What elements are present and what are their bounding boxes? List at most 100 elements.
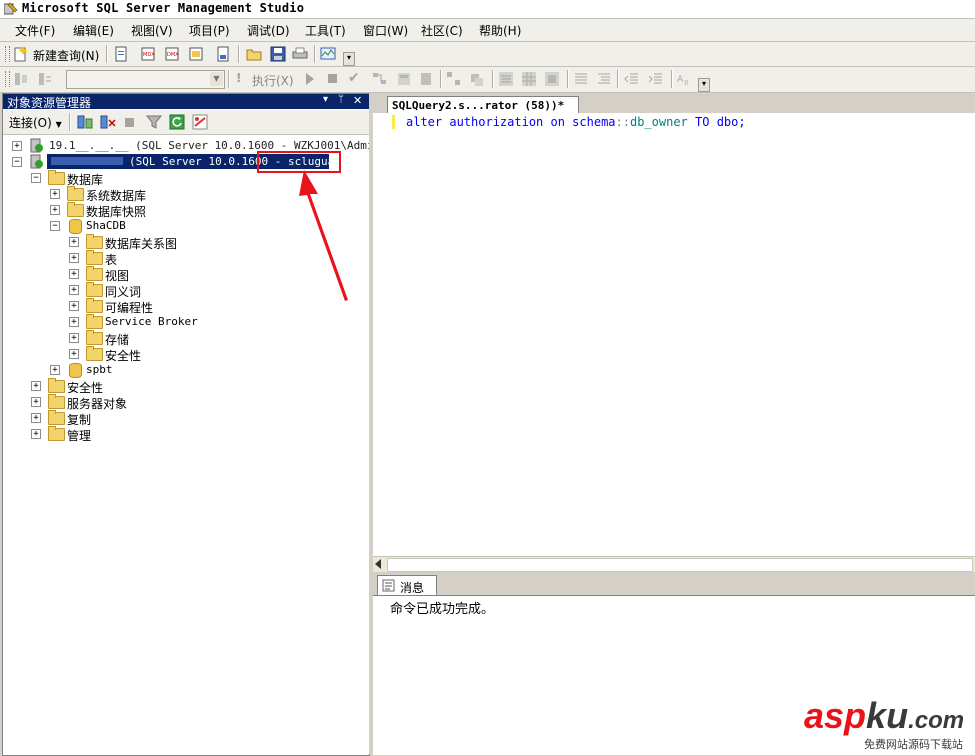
tree-node-management[interactable]: + 管理 bbox=[3, 426, 369, 443]
tree-node-replication[interactable]: + 复制 bbox=[3, 410, 369, 427]
toolbar-grip[interactable] bbox=[5, 46, 10, 62]
menu-debug[interactable]: 调试(D) bbox=[247, 22, 290, 39]
expand-plus-icon[interactable]: + bbox=[69, 301, 79, 311]
estimated-plan-icon[interactable] bbox=[372, 71, 388, 87]
svg-text:MDX: MDX bbox=[143, 52, 155, 58]
print-icon[interactable] bbox=[292, 46, 308, 62]
refresh-icon[interactable] bbox=[169, 114, 185, 130]
tab-label: SQLQuery2.s...rator (58))* bbox=[392, 99, 565, 112]
available-databases-dropdown[interactable]: ▼ bbox=[66, 70, 225, 89]
specify-values-icon[interactable] bbox=[418, 71, 434, 87]
pin-icon[interactable]: ᛘ bbox=[338, 94, 344, 105]
tree-node-security[interactable]: + 安全性 bbox=[3, 378, 369, 395]
menu-edit[interactable]: 编辑(E) bbox=[73, 22, 114, 39]
expand-plus-icon[interactable]: + bbox=[31, 413, 41, 423]
watermark-com: .com bbox=[908, 707, 965, 734]
new-file-icon[interactable] bbox=[113, 46, 129, 62]
scroll-left-arrow-icon[interactable] bbox=[375, 559, 381, 569]
parse-check-icon[interactable]: ✔ bbox=[348, 70, 360, 86]
folder-icon bbox=[86, 346, 103, 361]
scroll-track[interactable] bbox=[387, 558, 973, 572]
tree-label: 19.1__.__.__ (SQL Server 10.0.1600 - WZK… bbox=[49, 139, 400, 152]
xmla-query-icon[interactable] bbox=[188, 46, 204, 62]
stop-icon[interactable] bbox=[125, 118, 134, 127]
code-operator: :: bbox=[615, 115, 630, 129]
tab-sqlquery2[interactable]: SQLQuery2.s...rator (58))* bbox=[387, 96, 579, 113]
folder-icon bbox=[48, 394, 65, 409]
svg-text:A: A bbox=[677, 75, 684, 85]
expand-plus-icon[interactable]: + bbox=[69, 317, 79, 327]
collapse-minus-icon[interactable]: − bbox=[50, 221, 60, 231]
expand-plus-icon[interactable]: + bbox=[69, 349, 79, 359]
object-explorer-details-icon[interactable] bbox=[192, 114, 208, 130]
collapse-minus-icon[interactable]: − bbox=[12, 157, 22, 167]
expand-plus-icon[interactable]: + bbox=[69, 253, 79, 263]
window-position-dropdown-icon[interactable]: ▾ bbox=[323, 94, 328, 105]
tree-node-spbt[interactable]: + spbt bbox=[3, 362, 369, 378]
comment-out-icon[interactable] bbox=[573, 71, 589, 87]
include-plan-icon[interactable] bbox=[446, 71, 462, 87]
expand-plus-icon[interactable]: + bbox=[12, 141, 22, 151]
query-editor[interactable]: alter authorization on schema::db_owner … bbox=[373, 113, 975, 556]
toolbar-grip[interactable] bbox=[5, 71, 10, 87]
expand-plus-icon[interactable]: + bbox=[31, 429, 41, 439]
collapse-minus-icon[interactable]: − bbox=[31, 173, 41, 183]
tree-node-service-broker[interactable]: + Service Broker bbox=[3, 314, 369, 330]
chevron-down-icon: ▼ bbox=[55, 120, 62, 129]
menu-tools[interactable]: 工具(T) bbox=[305, 22, 346, 39]
toolbar-overflow-chevron-icon[interactable]: ▾ bbox=[698, 78, 710, 92]
close-icon[interactable]: ✕ bbox=[353, 94, 362, 107]
menu-project[interactable]: 项目(P) bbox=[189, 22, 230, 39]
expand-plus-icon[interactable]: + bbox=[69, 269, 79, 279]
specify-template-values-icon[interactable]: AB bbox=[677, 71, 693, 87]
connect-object-explorer-icon[interactable] bbox=[77, 114, 93, 130]
tree-node-server-objects[interactable]: + 服务器对象 bbox=[3, 394, 369, 411]
results-to-grid-icon[interactable] bbox=[521, 71, 537, 87]
connect-dropdown-button[interactable]: 连接(O) ▼ bbox=[9, 114, 62, 131]
expand-plus-icon[interactable]: + bbox=[31, 397, 41, 407]
expand-plus-icon[interactable]: + bbox=[69, 237, 79, 247]
results-to-text-icon[interactable] bbox=[498, 71, 514, 87]
save-icon[interactable] bbox=[270, 46, 286, 62]
menu-window[interactable]: 窗口(W) bbox=[363, 22, 408, 39]
expand-plus-icon[interactable]: + bbox=[69, 285, 79, 295]
open-file-icon[interactable] bbox=[246, 46, 262, 62]
menu-help[interactable]: 帮助(H) bbox=[479, 22, 521, 39]
decrease-indent-icon[interactable] bbox=[624, 71, 640, 87]
database-icon bbox=[69, 363, 82, 378]
tab-messages[interactable]: 消息 bbox=[377, 575, 437, 596]
activity-monitor-icon[interactable] bbox=[320, 46, 336, 62]
menu-community[interactable]: 社区(C) bbox=[421, 22, 463, 39]
connect-query-icon[interactable] bbox=[13, 71, 29, 87]
query-designer-icon[interactable] bbox=[396, 71, 412, 87]
client-statistics-icon[interactable] bbox=[469, 71, 485, 87]
code-line-1[interactable]: alter authorization on schema::db_owner … bbox=[406, 115, 746, 129]
dmx-query-icon[interactable]: DMX bbox=[164, 46, 180, 62]
toolbar-separator bbox=[106, 45, 108, 63]
filter-icon[interactable] bbox=[146, 114, 162, 130]
menu-view[interactable]: 视图(V) bbox=[131, 22, 173, 39]
editor-horizontal-scrollbar[interactable] bbox=[373, 556, 975, 572]
mdx-query-icon[interactable]: MDX bbox=[140, 46, 156, 62]
toolbar-overflow-chevron-icon[interactable]: ▾ bbox=[343, 52, 355, 66]
tree-node-storage[interactable]: + 存储 bbox=[3, 330, 369, 347]
cancel-stop-icon[interactable] bbox=[328, 74, 337, 83]
watermark-ku: ku bbox=[866, 695, 909, 736]
folder-icon bbox=[86, 234, 103, 249]
uncomment-icon[interactable] bbox=[596, 71, 612, 87]
toolbar-separator bbox=[314, 45, 316, 63]
tree-node-database-security[interactable]: + 安全性 bbox=[3, 346, 369, 363]
expand-plus-icon[interactable]: + bbox=[31, 381, 41, 391]
disconnect-icon[interactable] bbox=[100, 114, 116, 130]
expand-plus-icon[interactable]: + bbox=[50, 365, 60, 375]
expand-plus-icon[interactable]: + bbox=[50, 205, 60, 215]
folder-icon bbox=[48, 378, 65, 393]
increase-indent-icon[interactable] bbox=[648, 71, 664, 87]
change-connection-icon[interactable] bbox=[37, 71, 53, 87]
results-to-file-icon[interactable] bbox=[544, 71, 560, 87]
sql-ce-query-icon[interactable] bbox=[215, 46, 231, 62]
expand-plus-icon[interactable]: + bbox=[69, 333, 79, 343]
expand-plus-icon[interactable]: + bbox=[50, 189, 60, 199]
menu-file[interactable]: 文件(F) bbox=[15, 22, 55, 39]
debug-play-icon[interactable] bbox=[306, 73, 314, 85]
